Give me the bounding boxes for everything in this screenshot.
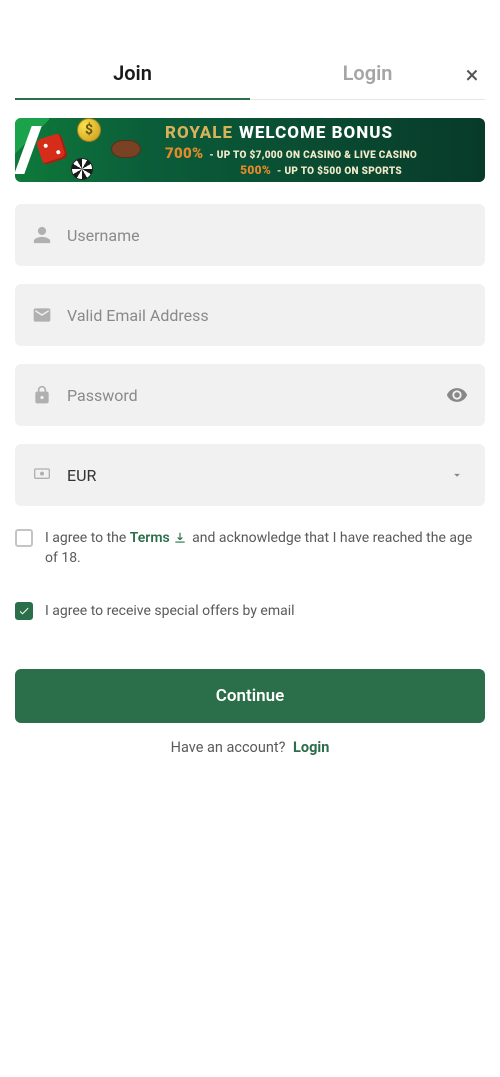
banner-sports-text: - UP TO $500 ON SPORTS xyxy=(277,166,402,177)
toggle-password-visibility[interactable] xyxy=(445,383,469,407)
terms-link[interactable]: Terms xyxy=(130,530,170,546)
chevron-down-icon xyxy=(445,463,469,487)
coin-icon: $ xyxy=(77,118,101,142)
have-account-text: Have an account? Login xyxy=(15,739,485,756)
email-field[interactable] xyxy=(15,284,485,346)
banner-graphics: $ xyxy=(15,118,165,182)
offers-label: I agree to receive special offers by ema… xyxy=(45,601,295,621)
terms-label: I agree to the Terms and acknowledge tha… xyxy=(45,528,485,569)
tab-join[interactable]: Join xyxy=(15,47,250,99)
money-icon xyxy=(31,464,53,486)
user-icon xyxy=(31,224,53,246)
login-link[interactable]: Login xyxy=(293,739,329,756)
eye-icon xyxy=(446,384,468,406)
banner-title-welcome: WELCOME BONUS xyxy=(239,123,393,143)
tab-login[interactable]: Login xyxy=(250,47,485,99)
email-input[interactable] xyxy=(67,306,469,325)
soccer-ball-icon xyxy=(71,158,93,180)
lock-icon xyxy=(31,384,53,406)
banner-casino-text: - UP TO $7,000 ON CASINO & LIVE CASINO xyxy=(209,150,417,161)
auth-tabs: Join Login xyxy=(15,47,485,100)
terms-check-row: I agree to the Terms and acknowledge tha… xyxy=(15,528,485,569)
currency-value: EUR xyxy=(67,466,445,485)
terms-checkbox[interactable] xyxy=(15,529,33,547)
banner-text: ROYALE WELCOME BONUS 700% - UP TO $7,000… xyxy=(165,123,485,177)
terms-pre: I agree to the xyxy=(45,530,130,546)
password-field[interactable] xyxy=(15,364,485,426)
continue-button[interactable]: Continue xyxy=(15,669,485,723)
banner-sports-pct: 500% xyxy=(240,163,271,177)
offers-check-row: I agree to receive special offers by ema… xyxy=(15,601,485,621)
password-input[interactable] xyxy=(67,386,445,405)
username-input[interactable] xyxy=(67,226,469,245)
email-icon xyxy=(31,304,53,326)
currency-field[interactable]: EUR xyxy=(15,444,485,506)
download-icon[interactable] xyxy=(173,531,187,545)
football-icon xyxy=(111,140,141,158)
check-icon xyxy=(18,605,30,617)
have-account-label: Have an account? xyxy=(171,739,286,756)
welcome-bonus-banner[interactable]: $ ROYALE WELCOME BONUS 700% - UP TO $7,0… xyxy=(15,118,485,182)
banner-title-royale: ROYALE xyxy=(165,123,233,143)
username-field[interactable] xyxy=(15,204,485,266)
banner-casino-pct: 700% xyxy=(165,144,203,162)
offers-checkbox[interactable] xyxy=(15,602,33,620)
